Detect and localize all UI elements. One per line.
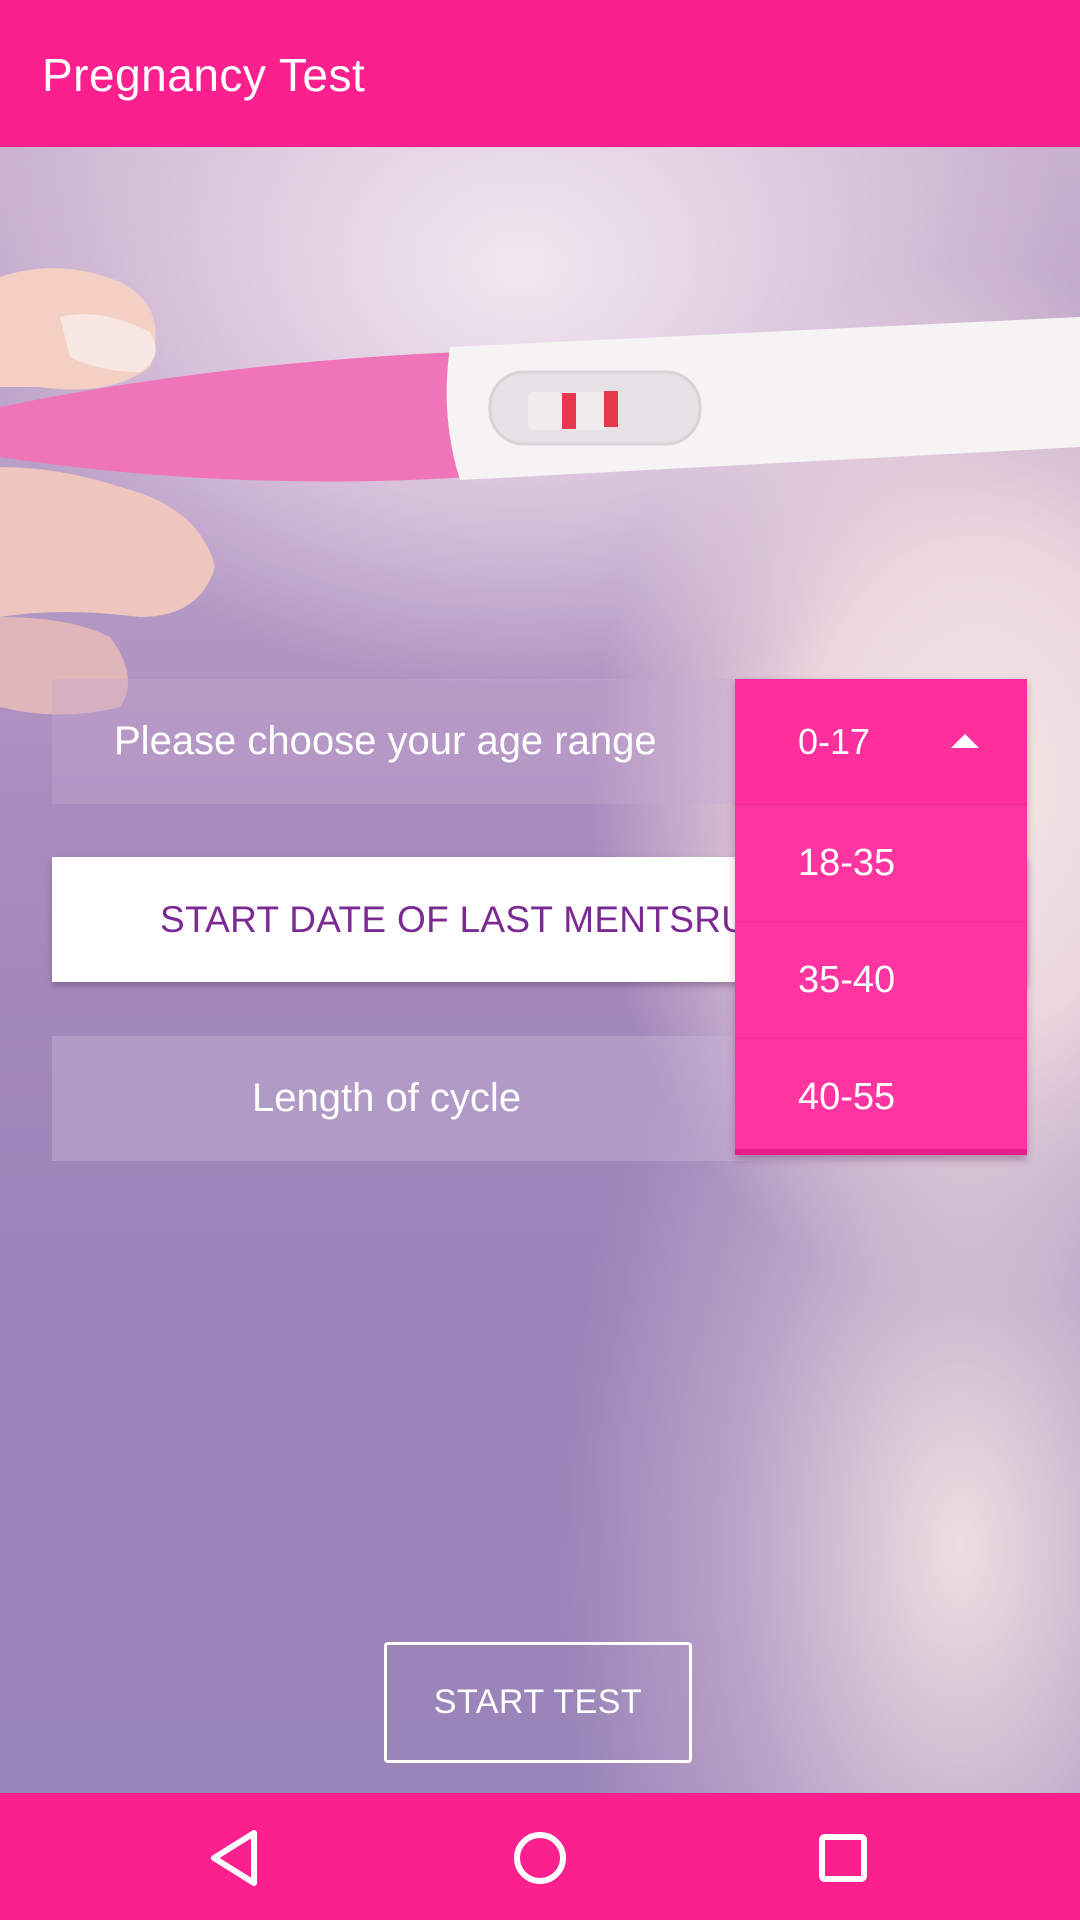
age-option-label: 40-55 xyxy=(798,1076,896,1118)
start-test-button[interactable]: START TEST xyxy=(384,1642,692,1763)
system-nav-bar xyxy=(0,1793,1080,1920)
start-date-label: START DATE OF LAST MENTSRUATION xyxy=(160,899,750,940)
age-range-dropdown[interactable]: 0-17 18-35 35-40 40-55 xyxy=(735,679,1027,1155)
app-title: Pregnancy Test xyxy=(42,49,366,101)
recent-apps-icon[interactable] xyxy=(808,1823,878,1893)
app-bar: Pregnancy Test xyxy=(0,0,1080,147)
age-dropdown-selected[interactable]: 0-17 xyxy=(735,679,1027,805)
age-option-40-55[interactable]: 40-55 xyxy=(735,1039,1027,1155)
age-selected-value: 0-17 xyxy=(798,721,871,762)
cycle-length-label: Length of cycle xyxy=(252,1076,522,1120)
home-icon[interactable] xyxy=(505,1823,575,1893)
age-option-label: 18-35 xyxy=(798,842,896,884)
age-option-35-40[interactable]: 35-40 xyxy=(735,922,1027,1039)
caret-up-icon xyxy=(951,734,979,748)
back-icon[interactable] xyxy=(202,1823,272,1893)
age-range-label: Please choose your age range xyxy=(114,719,657,763)
age-option-18-35[interactable]: 18-35 xyxy=(735,805,1027,922)
age-option-label: 35-40 xyxy=(798,959,896,1001)
